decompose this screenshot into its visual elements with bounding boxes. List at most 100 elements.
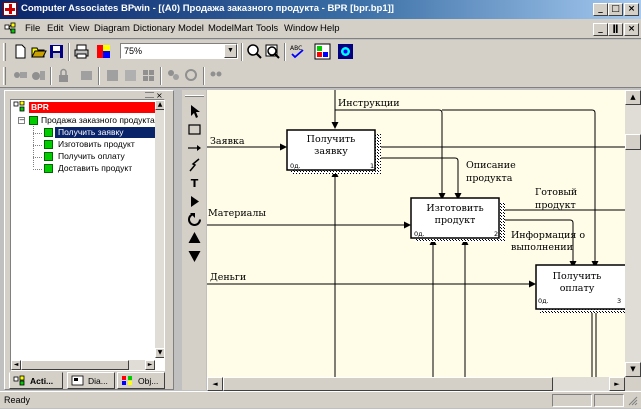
maximize-button[interactable]: □ [608,3,623,16]
scroll-corner [625,377,641,391]
menu-bar: File Edit View Diagram Dictionary Model … [0,19,641,39]
box-3-line-1: Получить [553,271,602,282]
tab-activities-label: Acti... [30,376,54,386]
tab-activities[interactable]: Acti... [9,372,63,389]
model-explorer-panel: × BPR − Продажа заказного продукта Получ… [4,90,174,390]
box-2-cost: 0д. [414,230,425,238]
menu-tools[interactable]: Tools [256,23,278,34]
chevron-down-icon[interactable]: ▼ [224,44,237,58]
box-1-cost: 0д. [290,162,301,170]
activity-icon [44,140,53,149]
tab-diagrams-label: Dia... [88,376,108,386]
mm-people-icon[interactable] [208,67,225,84]
text-tool-icon[interactable]: T [187,176,202,191]
box-tool-icon[interactable] [187,122,202,137]
label-finished-1: Готовый [535,187,577,198]
zoom-in-icon[interactable] [246,43,263,60]
app-icon [3,2,17,16]
diagram-canvas[interactable]: Получить заявку 0д. 1 Изготовить продукт… [207,90,625,377]
canvas-hscroll[interactable]: ◄ ► [207,377,625,391]
new-icon[interactable] [12,43,29,60]
mm-grid-icon[interactable] [140,67,157,84]
color-icon[interactable] [95,43,112,60]
arrow-tool-icon[interactable] [187,140,202,155]
label-info-2: выполнении [511,242,573,253]
tree-activity-2[interactable]: Изготовить продукт [58,139,135,150]
menu-help[interactable]: Help [320,23,340,34]
menu-diagram[interactable]: Diagram [94,23,130,34]
zoom-out-icon[interactable] [264,43,281,60]
label-materials: Материалы [208,208,266,219]
tree-model[interactable]: Продажа заказного продукта [41,115,155,126]
go-to-child-icon[interactable] [187,194,202,209]
menu-window[interactable]: Window [284,23,318,34]
hscroll-thumb[interactable] [223,377,553,391]
down-arrow-icon[interactable] [187,248,202,263]
status-pane-2 [594,394,624,407]
open-icon[interactable] [30,43,47,60]
label-info-1: Информация о [511,230,585,241]
lock-icon[interactable] [55,67,72,84]
menu-modelmart[interactable]: ModelMart [208,23,253,34]
tab-diagrams[interactable]: Dia... [67,372,115,389]
tree-root-bpr[interactable]: BPR [29,102,162,113]
tab-objects[interactable]: Obj... [117,372,165,389]
window-title: Computer Associates BPwin - [(A0) Продаж… [21,3,394,14]
tree-vscroll[interactable]: ▲ ▼ [155,100,164,358]
zoom-select[interactable]: 75% ▼ [120,43,238,59]
close-button[interactable]: × [624,3,639,16]
box-3-number: 3 [617,297,621,305]
print-icon[interactable] [73,43,90,60]
mm-open-icon[interactable] [78,67,95,84]
model-icon [29,116,38,125]
label-description-1: Описание [466,160,516,171]
mm-sync-icon[interactable] [183,67,200,84]
activity-tree: BPR − Продажа заказного продукта Получит… [10,99,165,371]
status-text: Ready [4,395,31,405]
document-icon[interactable] [4,22,17,35]
tree-activity-1[interactable]: Получить заявку [55,127,159,138]
collapse-icon[interactable]: − [18,117,25,124]
squiggle-tool-icon[interactable] [187,158,202,173]
tree-hscroll[interactable]: ◄ ► [11,360,155,370]
model-explorer-icon[interactable] [314,43,331,60]
spelling-icon[interactable]: ABC [289,43,306,60]
mm-merge-icon[interactable] [122,67,139,84]
up-arrow-icon[interactable] [187,230,202,245]
go-to-parent-icon[interactable] [187,212,202,227]
resize-grip-icon[interactable] [628,396,638,406]
save-icon[interactable] [48,43,65,60]
box-1-line-2: заявку [314,146,348,157]
vscroll-thumb[interactable] [625,134,641,150]
report-icon[interactable] [337,43,354,60]
doc-close-button[interactable]: × [624,23,639,36]
label-description-2: продукта [466,173,513,184]
scroll-right-icon[interactable]: ► [609,377,625,391]
menu-edit[interactable]: Edit [47,23,63,34]
scroll-left-icon[interactable]: ◄ [207,377,223,391]
tree-activity-4[interactable]: Доставить продукт [58,163,132,174]
svg-text:ABC: ABC [290,45,302,52]
pointer-tool-icon[interactable] [187,104,202,119]
status-pane-1 [552,394,592,407]
standard-toolbar: 75% ▼ ABC [0,40,641,64]
canvas-vscroll[interactable]: ▲ ▼ [625,90,641,377]
idef0-diagram: Получить заявку 0д. 1 Изготовить продукт… [207,90,625,377]
mm-save-icon[interactable] [104,67,121,84]
scroll-up-icon[interactable]: ▲ [625,90,641,105]
box-1-number: 1 [370,162,374,170]
scroll-down-icon[interactable]: ▼ [625,362,641,377]
mm-disconnect-icon[interactable] [30,67,47,84]
doc-minimize-button[interactable]: _ [593,23,608,36]
mm-connect-icon[interactable] [12,67,29,84]
diagrams-tab-icon [71,375,84,386]
mm-users-icon[interactable] [165,67,182,84]
menu-dictionary[interactable]: Dictionary [133,23,175,34]
menu-model[interactable]: Model [178,23,204,34]
menu-view[interactable]: View [69,23,89,34]
box-3-line-2: оплату [560,283,595,294]
doc-restore-button[interactable]: ǁ [608,23,623,36]
minimize-button[interactable]: _ [593,3,608,16]
tree-activity-3[interactable]: Получить оплату [58,151,125,162]
menu-file[interactable]: File [25,23,40,34]
